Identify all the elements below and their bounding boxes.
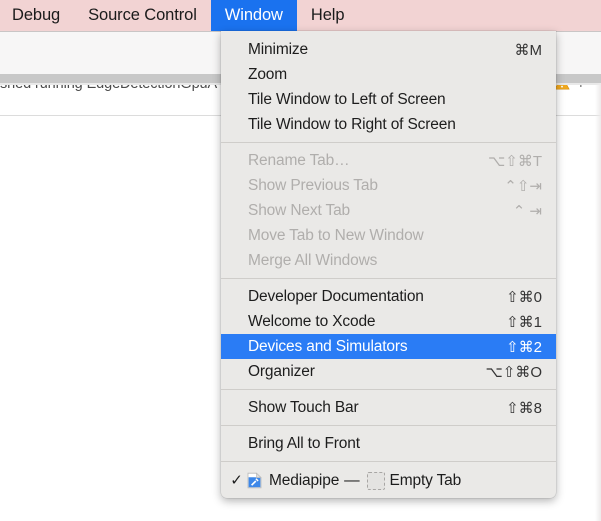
screen-root: shed running EdgeDetectionGpuA 4 DebugSo… <box>0 0 601 521</box>
menubar-item-debug[interactable]: Debug <box>0 0 74 31</box>
menu-item-label: Move Tab to New Window <box>248 226 424 244</box>
window-title-dash: — <box>344 471 360 489</box>
menu-item-label: Developer Documentation <box>248 287 424 305</box>
menu-item-bring-all-to-front[interactable]: Bring All to Front <box>221 431 556 456</box>
menu-item-label: Tile Window to Left of Screen <box>248 90 446 108</box>
menu-separator <box>221 389 556 390</box>
menu-separator <box>221 142 556 143</box>
menu-item-organizer[interactable]: Organizer ⌥⇧⌘O <box>221 359 556 384</box>
menu-item-shortcut: ⇧⌘1 <box>506 313 542 331</box>
menu-item-label: Zoom <box>248 65 288 83</box>
menu-item-label: Organizer <box>248 362 315 380</box>
menu-separator <box>221 461 556 462</box>
window-menu-dropdown: Minimize ⌘M Zoom Tile Window to Left of Scr… <box>221 31 556 498</box>
menu-item-show-previous-tab: Show Previous Tab ⌃⇧⇥ <box>221 173 556 198</box>
menu-item-welcome-to-xcode[interactable]: Welcome to Xcode ⇧⌘1 <box>221 309 556 334</box>
menu-separator <box>221 278 556 279</box>
menu-item-label: Minimize <box>248 40 308 58</box>
menu-item-shortcut: ⇧⌘8 <box>506 399 542 417</box>
menu-item-label: Bring All to Front <box>248 434 360 452</box>
menu-item-show-next-tab: Show Next Tab ⌃ ⇥ <box>221 198 556 223</box>
tab-name: Empty Tab <box>389 471 462 489</box>
checkmark-icon: ✓ <box>230 472 243 489</box>
menu-item-shortcut: ⇧⌘0 <box>506 288 542 306</box>
menu-item-label: Devices and Simulators <box>248 337 408 355</box>
menu-bar: Debug Source Control Window Help <box>0 0 601 31</box>
menu-separator <box>221 425 556 426</box>
menu-shadow-right-edge <box>595 83 601 521</box>
menu-item-label: Rename Tab… <box>248 151 350 169</box>
menu-item-shortcut: ⇧⌘2 <box>506 338 542 356</box>
menu-item-label: Show Next Tab <box>248 201 351 219</box>
menubar-item-help[interactable]: Help <box>297 0 359 31</box>
menu-item-developer-documentation[interactable]: Developer Documentation ⇧⌘0 <box>221 284 556 309</box>
menu-item-tile-window-to-left-of-screen[interactable]: Tile Window to Left of Screen <box>221 87 556 112</box>
menubar-item-source-control[interactable]: Source Control <box>74 0 211 31</box>
menu-item-shortcut: ⌘M <box>514 41 543 59</box>
xcode-project-document-icon <box>247 472 269 489</box>
menu-item-label: Welcome to Xcode <box>248 312 376 330</box>
menu-item-shortcut: ⌃ ⇥ <box>512 202 542 220</box>
menu-item-minimize[interactable]: Minimize ⌘M <box>221 37 556 62</box>
menu-item-shortcut: ⌥⇧⌘T <box>487 152 542 170</box>
menu-item-tile-window-to-right-of-screen[interactable]: Tile Window to Right of Screen <box>221 112 556 137</box>
window-row-text: Mediapipe — Empty Tab <box>269 471 462 490</box>
menu-item-show-touch-bar[interactable]: Show Touch Bar ⇧⌘8 <box>221 395 556 420</box>
menu-item-rename-tab: Rename Tab… ⌥⇧⌘T <box>221 148 556 173</box>
empty-tab-placeholder-icon <box>366 471 385 490</box>
menu-item-label: Merge All Windows <box>248 251 378 269</box>
menu-item-shortcut: ⌥⇧⌘O <box>485 363 542 381</box>
menu-item-merge-all-windows: Merge All Windows <box>221 248 556 273</box>
project-name: Mediapipe <box>269 471 340 489</box>
menu-item-shortcut: ⌃⇧⇥ <box>504 177 542 195</box>
menu-item-zoom[interactable]: Zoom <box>221 62 556 87</box>
menu-item-label: Tile Window to Right of Screen <box>248 115 456 133</box>
menu-item-move-tab-to-new-window: Move Tab to New Window <box>221 223 556 248</box>
menu-item-window-mediapipe-empty-tab[interactable]: ✓ Mediapipe — Empty Tab <box>221 467 556 494</box>
menu-item-label: Show Touch Bar <box>248 398 359 416</box>
menu-item-label: Show Previous Tab <box>248 176 378 194</box>
menu-item-devices-and-simulators[interactable]: Devices and Simulators ⇧⌘2 <box>221 334 556 359</box>
menubar-item-window[interactable]: Window <box>210 0 297 31</box>
